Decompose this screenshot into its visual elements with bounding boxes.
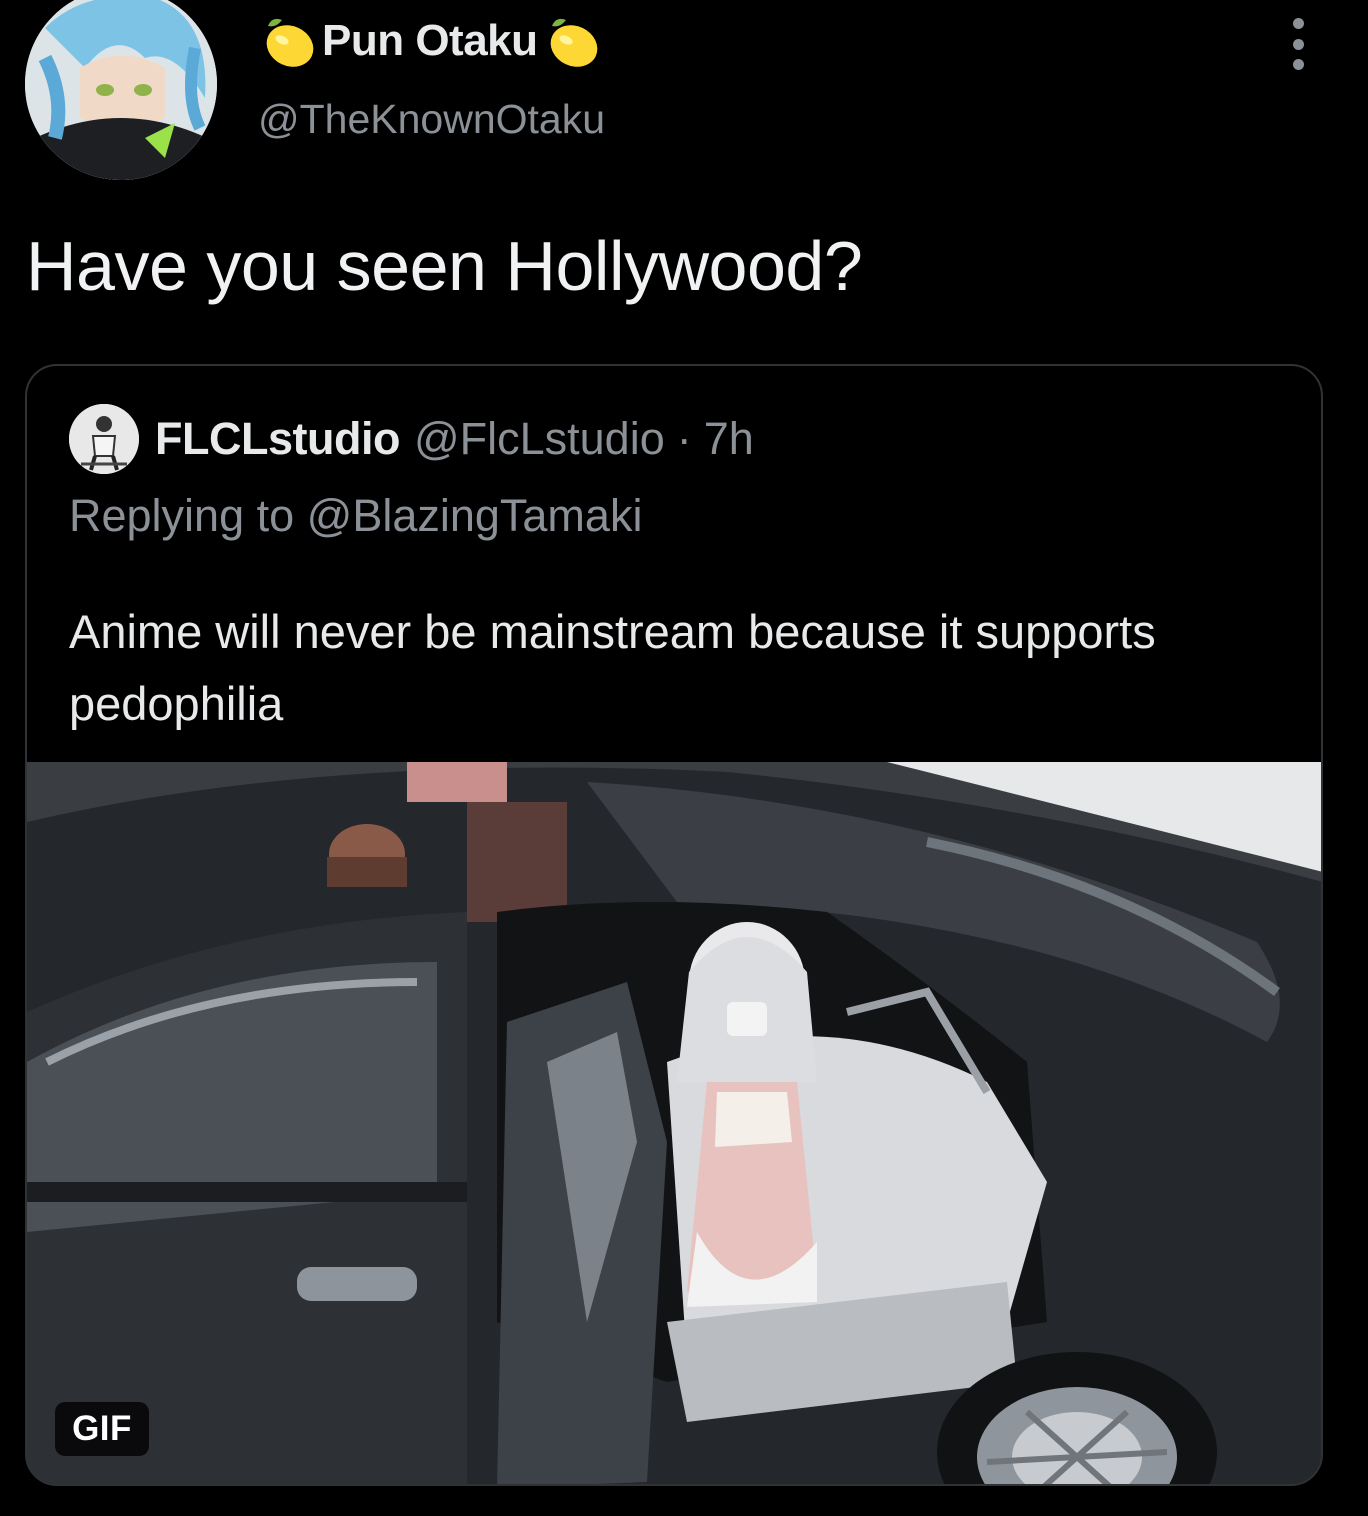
- more-dot: [1292, 18, 1304, 29]
- more-options-icon[interactable]: [1278, 18, 1318, 70]
- gif-badge: GIF: [55, 1402, 149, 1456]
- more-dot: [1292, 59, 1304, 70]
- quoted-tweet-header: FLCLstudio @FlcLstudio · 7h: [69, 404, 754, 474]
- quoted-tweet-card[interactable]: FLCLstudio @FlcLstudio · 7h Replying to …: [25, 364, 1323, 1486]
- author-avatar[interactable]: [25, 0, 217, 180]
- replying-to-label[interactable]: Replying to @BlazingTamaki: [69, 490, 642, 542]
- meta-separator: ·: [676, 413, 692, 464]
- tweet-text: Have you seen Hollywood?: [26, 227, 863, 305]
- quoted-tweet-timestamp[interactable]: 7h: [704, 413, 754, 465]
- lemon-icon: [550, 18, 597, 67]
- author-name-row[interactable]: Pun Otaku: [258, 10, 602, 72]
- gif-media[interactable]: GIF: [27, 762, 1321, 1484]
- quoted-author-display-name[interactable]: FLCLstudio: [155, 413, 400, 465]
- lemon-icon: [266, 18, 314, 67]
- quoted-tweet-text: Anime will never be mainstream because i…: [69, 605, 1156, 730]
- author-display-name[interactable]: Pun Otaku: [322, 16, 538, 66]
- author-handle[interactable]: @TheKnownOtaku: [258, 96, 605, 143]
- quoted-author-avatar[interactable]: [69, 404, 139, 474]
- more-dot: [1292, 38, 1304, 50]
- quoted-author-handle[interactable]: @FlcLstudio: [414, 413, 665, 465]
